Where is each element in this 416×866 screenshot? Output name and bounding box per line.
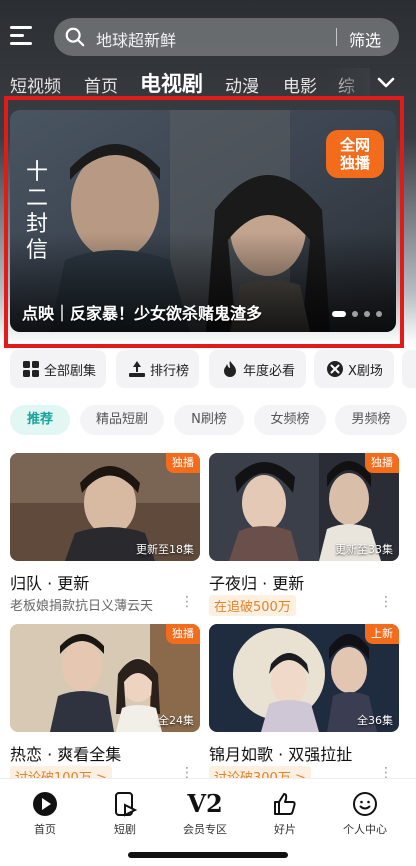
- card-subtitle: 在追破500万: [209, 595, 296, 616]
- tab-home[interactable]: 首页: [84, 72, 118, 97]
- card-subtitle: 老板娘捐款抗日义薄云天: [10, 599, 154, 614]
- carousel-dot[interactable]: [352, 311, 358, 317]
- nav-short-drama[interactable]: 短剧: [90, 791, 160, 841]
- exclusive-tag: 独播: [166, 624, 200, 644]
- pill-recommended[interactable]: 推荐: [10, 405, 70, 435]
- banner-caption: 点映｜反家暴！少女欲杀赌鬼渣多: [22, 304, 263, 323]
- card-thumbnail: 独播 全24集: [10, 624, 200, 732]
- pill-male-chart[interactable]: 男频榜: [335, 405, 407, 435]
- drama-card[interactable]: 独播 全24集 热恋 · 爽看全集 讨论破100万 > ⋮: [10, 624, 200, 787]
- pill-premium-short-drama[interactable]: 精品短剧: [80, 405, 164, 435]
- grid-icon: [23, 361, 39, 377]
- top-bar: 地球超新鲜 筛选: [0, 14, 416, 58]
- tab-tv-series[interactable]: 电视剧: [140, 68, 203, 98]
- banner-show-title: 十二封信: [26, 160, 48, 264]
- card-title: 归队 · 更新: [10, 574, 90, 593]
- vip-icon: V2: [187, 789, 223, 818]
- menu-icon[interactable]: [10, 24, 36, 46]
- badge-line-1: 全网: [339, 136, 370, 154]
- nav-label: 短剧: [114, 823, 136, 836]
- more-options-icon[interactable]: ⋮: [379, 594, 393, 610]
- episode-count: 全36集: [357, 714, 393, 727]
- banner-vertical-title: 十二封信: [26, 160, 49, 263]
- tab-movie[interactable]: 电影: [283, 72, 317, 97]
- flame-icon: [224, 361, 236, 377]
- new-tag: 上新: [365, 624, 399, 644]
- pill-n-rewatch[interactable]: N刷榜: [174, 405, 244, 435]
- quick-link-label: 排行榜: [150, 364, 190, 379]
- carousel-dot[interactable]: [364, 311, 370, 317]
- episode-count: 全24集: [158, 714, 194, 727]
- quick-link-annual-must-watch[interactable]: 年度必看: [209, 350, 306, 388]
- nav-label: 首页: [34, 823, 56, 836]
- quick-link-label: X剧场: [348, 364, 383, 379]
- nav-vip[interactable]: V2 会员专区: [170, 791, 240, 841]
- card-thumbnail: 上新 全36集: [209, 624, 399, 732]
- search-divider: [336, 28, 337, 46]
- hero-banner[interactable]: 十二封信 全网 独播 点映｜反家暴！少女欲杀赌鬼渣多: [10, 110, 396, 332]
- quick-link-x-theater[interactable]: X剧场: [314, 350, 394, 388]
- nav-profile[interactable]: 个人中心: [330, 791, 400, 841]
- tabs-fade: [326, 68, 370, 98]
- episode-count: 更新至33集: [335, 543, 393, 556]
- quick-link-label: 全部剧集: [44, 364, 97, 379]
- more-options-icon[interactable]: ⋮: [180, 594, 194, 610]
- exclusive-tag: 独播: [166, 453, 200, 473]
- search-icon: [65, 27, 85, 47]
- card-thumbnail: 独播 更新至33集: [209, 453, 399, 561]
- nav-good-films[interactable]: 好片: [250, 791, 320, 841]
- nav-label: 个人中心: [343, 823, 387, 836]
- pill-female-chart[interactable]: 女频榜: [254, 405, 326, 435]
- badge-line-2: 独播: [339, 154, 370, 172]
- card-title: 子夜归 · 更新: [209, 574, 305, 593]
- quick-link-all-series[interactable]: 全部剧集: [10, 350, 106, 388]
- card-thumbnail: 独播 更新至18集: [10, 453, 200, 561]
- search-placeholder: 地球超新鲜: [96, 31, 177, 50]
- profile-icon: [353, 792, 377, 816]
- drama-card[interactable]: 独播 更新至18集 归队 · 更新 老板娘捐款抗日义薄云天 ⋮: [10, 453, 200, 614]
- exclusive-tag: 独播: [365, 453, 399, 473]
- thumbs-up-icon: [274, 793, 296, 815]
- tab-short-video[interactable]: 短视频: [10, 72, 61, 97]
- carousel-dot[interactable]: [376, 311, 382, 317]
- home-play-icon: [33, 792, 57, 816]
- quick-link-overflow[interactable]: [402, 350, 416, 388]
- filter-button[interactable]: 筛选: [349, 27, 381, 51]
- nav-label: 好片: [274, 823, 296, 836]
- search-bar[interactable]: 地球超新鲜 筛选: [54, 18, 399, 56]
- nav-home[interactable]: 首页: [10, 791, 80, 841]
- category-tabs: 短视频 首页 电视剧 动漫 电影 综: [0, 68, 416, 98]
- episode-count: 更新至18集: [136, 543, 194, 556]
- exclusive-badge: 全网 独播: [326, 130, 384, 178]
- x-theater-icon: [327, 361, 343, 377]
- carousel-dot[interactable]: [332, 311, 346, 317]
- card-title: 锦月如歌 · 双强拉扯: [209, 745, 353, 764]
- quick-link-ranking[interactable]: 排行榜: [116, 350, 199, 388]
- drama-card[interactable]: 上新 全36集 锦月如歌 · 双强拉扯 讨论破300万 > ⋮: [209, 624, 399, 787]
- drama-card[interactable]: 独播 更新至33集 子夜归 · 更新 在追破500万 ⋮: [209, 453, 399, 616]
- chevron-down-icon[interactable]: [373, 70, 399, 94]
- home-indicator: [128, 852, 288, 858]
- nav-label: 会员专区: [183, 823, 227, 836]
- quick-link-label: 年度必看: [243, 364, 296, 379]
- short-drama-icon: [115, 792, 138, 817]
- ranking-icon: [129, 361, 145, 377]
- card-title: 热恋 · 爽看全集: [10, 745, 122, 764]
- tab-anime[interactable]: 动漫: [225, 72, 259, 97]
